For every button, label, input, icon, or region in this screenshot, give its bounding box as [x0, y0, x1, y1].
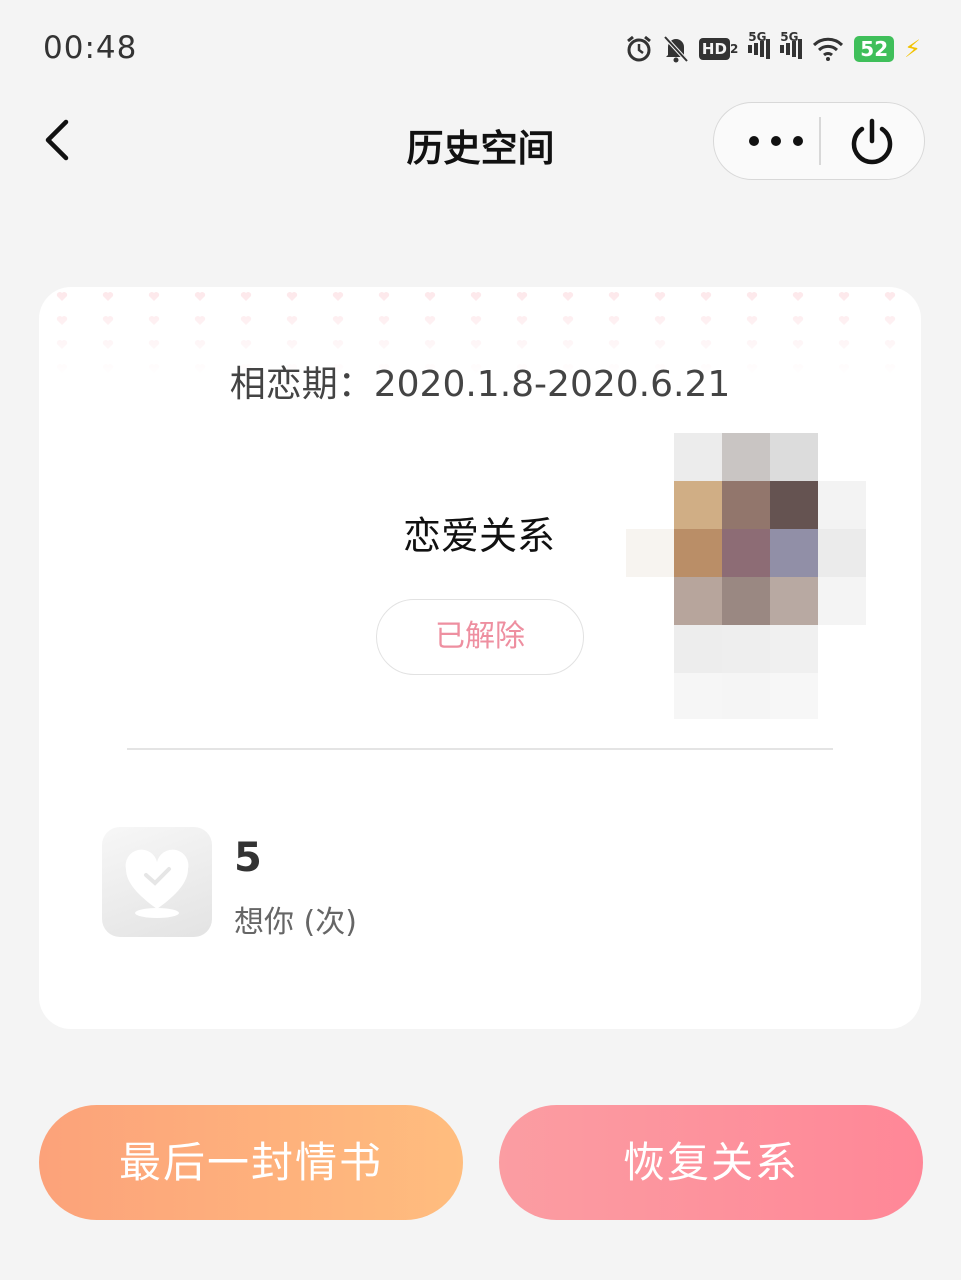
- avatar: [626, 433, 866, 719]
- power-icon: [851, 118, 893, 165]
- card-divider: [127, 748, 833, 750]
- signal-5g-icon: 5G: [748, 30, 771, 62]
- wifi-icon: [812, 36, 844, 62]
- relationship-card: 相恋期：2020.1.8-2020.6.21 恋爱关系 已解除 5 想你 (次): [39, 287, 921, 1029]
- more-dots-icon: [749, 136, 803, 146]
- miss-count-value: 5: [234, 835, 262, 881]
- mute-bell-icon: [663, 35, 689, 63]
- status-bar: 00:48 HD 2 5G 5G 52 ⚡: [0, 0, 961, 96]
- charging-icon: ⚡: [904, 35, 921, 63]
- heart-stat-icon: [102, 827, 212, 937]
- status-time: 00:48: [43, 30, 138, 66]
- more-button[interactable]: [736, 123, 816, 159]
- signal-5g-icon-2: 5G: [780, 30, 803, 62]
- nav-bar: 历史空间: [0, 100, 961, 190]
- status-badge: 已解除: [376, 599, 584, 675]
- miss-count-label: 想你 (次): [234, 905, 357, 940]
- alarm-icon: [625, 35, 653, 63]
- capsule-divider: [819, 117, 821, 165]
- hd-icon: HD 2: [698, 38, 738, 60]
- status-icons: HD 2 5G 5G 52 ⚡: [625, 30, 921, 66]
- close-button[interactable]: [846, 116, 898, 168]
- relationship-period: 相恋期：2020.1.8-2020.6.21: [229, 364, 731, 405]
- battery-icon: 52: [854, 36, 895, 62]
- relationship-title: 恋爱关系: [402, 514, 555, 558]
- restore-relationship-button[interactable]: 恢复关系: [499, 1105, 923, 1220]
- last-love-letter-button[interactable]: 最后一封情书: [39, 1105, 463, 1220]
- mini-program-capsule: [713, 102, 925, 180]
